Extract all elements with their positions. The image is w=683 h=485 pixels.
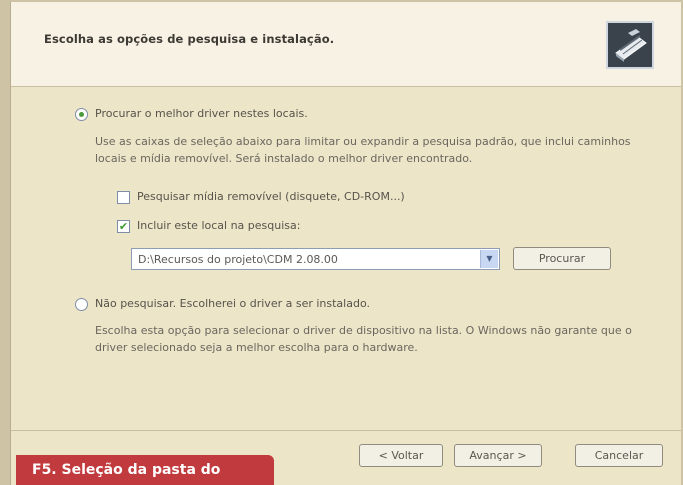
checkbox-removable-label: Pesquisar mídia removível (disquete, CD-… bbox=[137, 190, 405, 203]
next-button[interactable]: Avançar > bbox=[454, 444, 542, 467]
footer-divider bbox=[11, 430, 681, 431]
page-title: Escolha as opções de pesquisa e instalaç… bbox=[44, 32, 335, 46]
checkbox-location-label: Incluir este local na pesquisa: bbox=[137, 219, 301, 232]
search-description: Use as caixas de seleção abaixo para lim… bbox=[95, 135, 631, 165]
radio-search-label: Procurar o melhor driver nestes locais. bbox=[95, 107, 308, 120]
location-combobox[interactable]: D:\Recursos do projeto\CDM 2.08.00 ▼ bbox=[131, 248, 500, 270]
check-icon: ✔ bbox=[118, 220, 129, 233]
cancel-button[interactable]: Cancelar bbox=[575, 444, 663, 467]
back-button[interactable]: < Voltar bbox=[359, 444, 443, 467]
hardware-icon bbox=[606, 21, 654, 69]
figure-caption: F5. Seleção da pasta do bbox=[16, 455, 274, 485]
no-search-description: Escolha esta opção para selecionar o dri… bbox=[95, 324, 632, 354]
wizard-header: Escolha as opções de pesquisa e instalaç… bbox=[11, 2, 681, 87]
driver-wizard-dialog: Escolha as opções de pesquisa e instalaç… bbox=[10, 2, 681, 485]
location-value: D:\Recursos do projeto\CDM 2.08.00 bbox=[138, 253, 338, 266]
radio-no-search-label: Não pesquisar. Escolherei o driver a ser… bbox=[95, 297, 370, 310]
checkbox-removable-media[interactable] bbox=[117, 191, 130, 204]
chevron-down-icon[interactable]: ▼ bbox=[480, 250, 498, 268]
checkbox-include-location[interactable]: ✔ bbox=[117, 220, 130, 233]
radio-no-search[interactable] bbox=[75, 298, 88, 311]
radio-search-locations[interactable] bbox=[75, 108, 88, 121]
browse-button[interactable]: Procurar bbox=[513, 247, 611, 270]
